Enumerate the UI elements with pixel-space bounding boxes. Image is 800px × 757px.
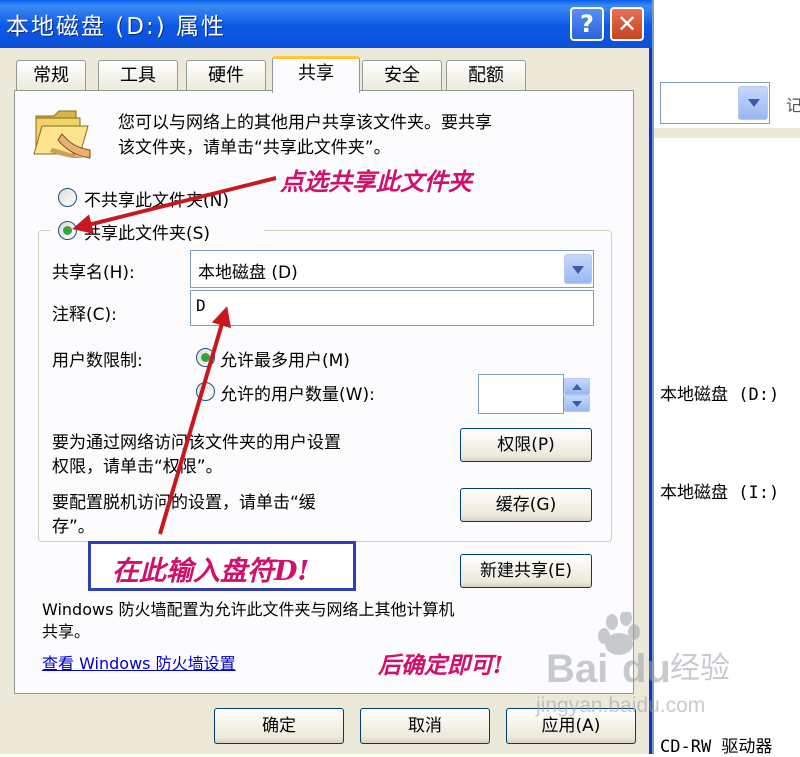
caching-text-line2: 存”。: [52, 517, 95, 537]
no-share-radio[interactable]: [58, 188, 77, 207]
comment-value[interactable]: D: [196, 296, 206, 315]
tab-sharing[interactable]: 共享: [272, 56, 360, 93]
chevron-down-icon[interactable]: [738, 86, 768, 120]
watermark-brand: Bai: [546, 647, 608, 691]
comment-label: 注释(C):: [52, 305, 117, 325]
share-radio[interactable]: [58, 221, 77, 240]
caching-button[interactable]: 缓存(G): [460, 488, 592, 522]
ok-button[interactable]: 确定: [214, 708, 344, 744]
permissions-text-line1: 要为通过网络访问该文件夹的用户设置: [52, 433, 341, 453]
background-list-item[interactable]: CD-RW 驱动器: [660, 732, 772, 757]
share-name-label: 共享名(H):: [52, 263, 135, 283]
tab-security[interactable]: 安全: [362, 60, 442, 91]
tab-quota[interactable]: 配额: [446, 60, 526, 91]
user-limit-label: 用户数限制:: [52, 351, 143, 371]
firewall-settings-link[interactable]: 查看 Windows 防火墙设置: [42, 650, 236, 674]
no-share-label[interactable]: 不共享此文件夹(N): [84, 186, 229, 211]
background-list-item[interactable]: 本地磁盘 (I:): [660, 478, 779, 503]
permissions-text-line2: 权限，请单击“权限”。: [52, 457, 223, 477]
cancel-button[interactable]: 取消: [360, 708, 490, 744]
user-count-field[interactable]: [478, 374, 564, 414]
annotation-confirm: 后确定即可!: [378, 652, 504, 679]
firewall-text-line2: 共享。: [42, 622, 91, 641]
new-share-button[interactable]: 新建共享(E): [460, 554, 592, 588]
caching-text-line1: 要配置脱机访问的设置，请单击“缓: [52, 493, 316, 513]
annotation-enter-drive: 在此输入盘符D!: [112, 556, 310, 587]
folder-icon: [33, 110, 91, 159]
watermark-url: jingyan.baidu.com: [535, 694, 705, 717]
tab-tools[interactable]: 工具: [98, 60, 178, 91]
help-button[interactable]: ?: [570, 7, 604, 41]
intro-text-line1: 您可以与网络上的其他用户共享该文件夹。要共享: [118, 113, 492, 133]
comment-field[interactable]: [190, 290, 594, 326]
spin-up-icon[interactable]: [564, 378, 590, 395]
background-column-header: [654, 128, 800, 138]
close-button[interactable]: ✕: [610, 7, 644, 41]
max-users-label[interactable]: 允许最多用户(M): [220, 346, 350, 371]
allowed-users-radio[interactable]: [196, 382, 215, 401]
background-list-item[interactable]: 本地磁盘 (D:): [660, 380, 779, 405]
baidu-watermark-logo: Bai du 经验 jingyan.baidu.com: [535, 612, 730, 717]
permissions-button[interactable]: 权限(P): [460, 428, 592, 462]
watermark-brand2: du: [622, 647, 671, 691]
annotation-select-share: 点选共享此文件夹: [280, 167, 472, 196]
share-label[interactable]: 共享此文件夹(S): [84, 219, 210, 244]
firewall-text-line1: Windows 防火墙配置为允许此文件夹与网络上其他计算机: [42, 600, 455, 619]
watermark-suffix: 经验: [670, 651, 730, 686]
background-toolbar-text: 记: [786, 96, 800, 115]
intro-text-line2: 该文件夹，请单击“共享此文件夹”。: [118, 138, 391, 158]
max-users-radio[interactable]: [196, 348, 215, 367]
share-name-value[interactable]: 本地磁盘 (D): [198, 258, 298, 283]
chevron-down-icon[interactable]: [564, 254, 592, 284]
spin-down-icon[interactable]: [564, 395, 590, 412]
allowed-users-label[interactable]: 允许的用户数量(W):: [220, 380, 375, 405]
dialog-title: 本地磁盘 (D:) 属性: [6, 14, 227, 40]
tab-general[interactable]: 常规: [16, 60, 86, 91]
tab-hardware[interactable]: 硬件: [186, 60, 266, 91]
